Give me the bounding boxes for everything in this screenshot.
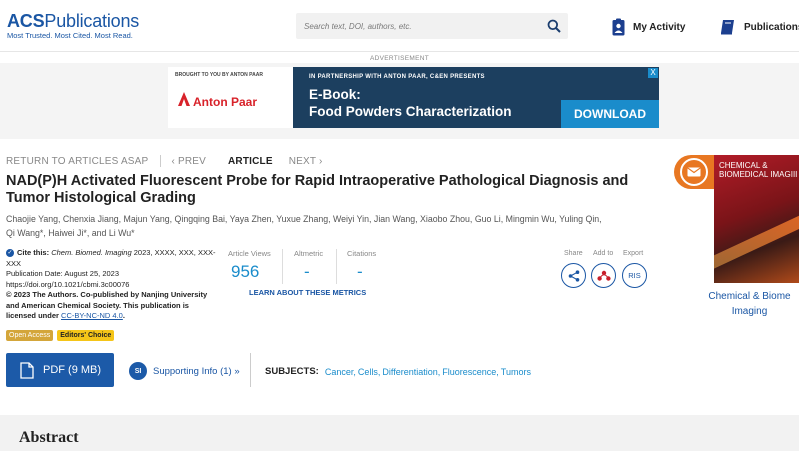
- cite-label[interactable]: Cite this:: [17, 248, 49, 257]
- metric-divider: [282, 249, 283, 284]
- ad-close-icon[interactable]: X: [648, 68, 658, 78]
- check-icon: ✓: [6, 249, 14, 258]
- ad-content: IN PARTNERSHIP WITH ANTON PAAR, C&EN PRE…: [293, 67, 659, 128]
- subject-link[interactable]: Tumors: [501, 367, 531, 377]
- ad-headline: E-Book: Food Powders Characterization: [309, 86, 512, 120]
- citation-block: ✓ Cite this: Chem. Biomed. Imaging 2023, …: [6, 248, 216, 322]
- prev-label: PREV: [177, 155, 206, 167]
- supporting-info-link[interactable]: SI Supporting Info (1) »: [129, 362, 240, 380]
- publications-link[interactable]: Publications: [720, 16, 799, 38]
- next-label: NEXT: [288, 155, 317, 167]
- altmetric-label: Altmetric: [294, 249, 324, 258]
- ad-brought-by: BROUGHT TO YOU BY ANTON PAAR: [175, 72, 263, 78]
- abstract-heading: Abstract: [19, 429, 79, 446]
- cover-art: [714, 212, 799, 270]
- mendeley-icon: [596, 270, 611, 281]
- ad-headline-1: E-Book:: [309, 87, 361, 102]
- ad-partner: IN PARTNERSHIP WITH ANTON PAAR, C&EN PRE…: [309, 74, 485, 80]
- export-ris-button[interactable]: RIS: [622, 263, 647, 288]
- journal-name: Chem. Biomed. Imaging: [51, 248, 132, 257]
- return-to-asap-link[interactable]: RETURN TO ARTICLES ASAP: [6, 156, 148, 167]
- next-link[interactable]: NEXT ›: [289, 156, 323, 167]
- prev-link[interactable]: ‹ PREV: [171, 156, 206, 167]
- advertisement-label: ADVERTISEMENT: [369, 55, 430, 62]
- add-to-label: Add to: [593, 250, 614, 257]
- author-list: Chaojie Yang, Chenxia Jiang, Majun Yang,…: [6, 212, 646, 240]
- my-activity-label: My Activity: [633, 21, 686, 33]
- ad-brand: Anton Paar: [193, 95, 258, 109]
- section-divider: [250, 353, 251, 387]
- mail-icon: [687, 167, 701, 177]
- acs-logo[interactable]: ACSPublications Most Trusted. Most Cited…: [7, 12, 139, 41]
- share-icon: [568, 269, 579, 282]
- search-input[interactable]: [304, 18, 534, 34]
- search-icon[interactable]: [547, 19, 561, 33]
- publications-label: Publications: [744, 21, 799, 33]
- pdf-label: PDF (9 MB): [43, 364, 102, 376]
- user-badge-icon: [612, 18, 625, 36]
- altmetric-value[interactable]: -: [304, 262, 310, 282]
- cover-caption-1: Chemical & Biome: [708, 291, 791, 302]
- copyright-period: .: [122, 311, 125, 320]
- ad-download-button[interactable]: DOWNLOAD: [561, 100, 659, 128]
- ad-headline-2: Food Powders Characterization: [309, 104, 512, 119]
- subject-link[interactable]: Cancer,: [325, 367, 356, 377]
- anton-paar-logo-icon: [178, 92, 190, 106]
- article-title: NAD(P)H Activated Fluorescent Probe for …: [6, 173, 629, 206]
- cover-title-1: CHEMICAL &: [719, 161, 768, 170]
- doi-link[interactable]: https://doi.org/10.1021/cbmi.3c00076: [6, 280, 216, 291]
- subject-link[interactable]: Cells,: [358, 367, 381, 377]
- logo-tagline: Most Trusted. Most Cited. Most Read.: [7, 31, 133, 40]
- citations-label: Citations: [347, 249, 377, 258]
- journal-name-link[interactable]: Chemical & Biome Imaging: [700, 289, 799, 319]
- nav-divider: [160, 155, 162, 167]
- article-navigation: RETURN TO ARTICLES ASAP ‹ PREV ARTICLE N…: [6, 155, 323, 167]
- add-to-button[interactable]: [591, 263, 616, 288]
- chevron-right-icon: ›: [316, 155, 323, 167]
- logo-name: Publications: [44, 11, 140, 31]
- supporting-info-label: Supporting Info (1) »: [153, 365, 240, 377]
- abstract-section: [0, 415, 799, 451]
- subject-link[interactable]: Differentiation,: [382, 367, 440, 377]
- citations-value[interactable]: -: [357, 262, 363, 282]
- pdf-file-icon: [20, 361, 34, 379]
- ad-sponsor: BROUGHT TO YOU BY ANTON PAAR Anton Paar: [168, 67, 293, 128]
- cover-title-2: BIOMEDICAL IMAGIII: [719, 170, 798, 179]
- pdf-download-button[interactable]: PDF (9 MB): [6, 353, 114, 387]
- search-box: [296, 13, 568, 39]
- email-alert-button[interactable]: [674, 155, 714, 189]
- publication-date: Publication Date: August 25, 2023: [6, 269, 119, 278]
- book-icon: [721, 20, 734, 35]
- article-views-label: Article Views: [228, 249, 271, 258]
- advertisement-banner[interactable]: BROUGHT TO YOU BY ANTON PAAR Anton Paar …: [168, 67, 659, 128]
- editors-choice-badge[interactable]: Editors' Choice: [57, 330, 115, 341]
- authors-line-2[interactable]: Qi Wang*, Haiwei Ji*, and Li Wu*: [6, 226, 646, 240]
- si-icon: SI: [129, 362, 147, 380]
- cover-caption-2: Imaging: [731, 306, 768, 317]
- site-header: ACSPublications Most Trusted. Most Cited…: [0, 0, 799, 52]
- logo-prefix: ACS: [7, 11, 45, 31]
- subjects-list: SUBJECTS: Cancer, Cells, Differentiation…: [265, 366, 533, 377]
- subject-link[interactable]: Fluorescence,: [442, 367, 499, 377]
- share-button[interactable]: [561, 263, 586, 288]
- export-label: Export: [623, 250, 644, 257]
- current-tab: ARTICLE: [228, 155, 273, 167]
- article-badges: Open Access Editors' Choice: [6, 330, 115, 341]
- learn-metrics-link[interactable]: LEARN ABOUT THESE METRICS: [249, 288, 366, 297]
- cover-title: CHEMICAL & BIOMEDICAL IMAGIII: [719, 161, 797, 179]
- share-label: Share: [564, 250, 583, 257]
- journal-cover-image[interactable]: CHEMICAL & BIOMEDICAL IMAGIII: [714, 155, 799, 283]
- subjects-label: SUBJECTS:: [265, 366, 319, 377]
- article-views-value: 956: [231, 262, 260, 281]
- metric-divider: [336, 249, 337, 284]
- my-activity-link[interactable]: My Activity: [612, 16, 685, 38]
- license-link[interactable]: CC-BY-NC-ND 4.0: [61, 311, 123, 320]
- authors-line-1[interactable]: Chaojie Yang, Chenxia Jiang, Majun Yang,…: [6, 212, 646, 226]
- open-access-badge: Open Access: [6, 330, 54, 341]
